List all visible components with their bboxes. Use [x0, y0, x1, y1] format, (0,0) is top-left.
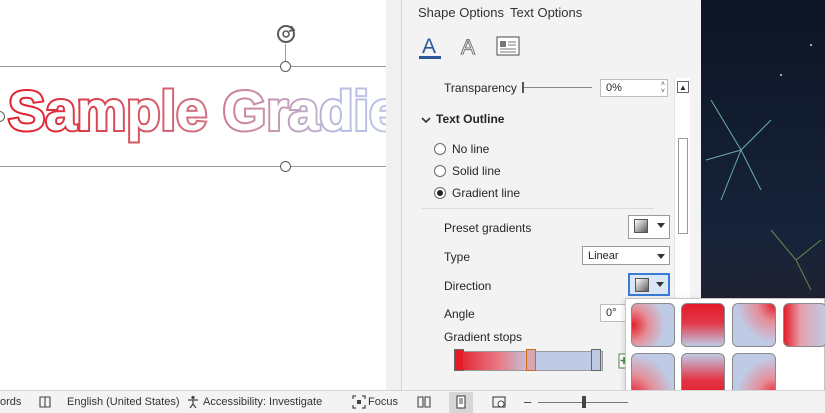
radio-gradient-line[interactable]	[434, 187, 446, 199]
document-canvas[interactable]: Sample Gradient	[0, 0, 386, 390]
text-fill-outline-icon[interactable]: A	[416, 32, 444, 60]
radio-solid-line[interactable]	[434, 165, 446, 177]
resize-handle-top[interactable]	[280, 61, 291, 72]
read-mode-icon[interactable]	[417, 395, 431, 409]
transparency-input[interactable]: 0% ˄ ˅	[600, 79, 668, 97]
zoom-slider-thumb[interactable]	[582, 396, 586, 408]
gradient-stops-label: Gradient stops	[444, 330, 523, 344]
spin-up-icon[interactable]: ˄	[661, 81, 665, 88]
preset-gradients-dropdown[interactable]	[628, 215, 670, 239]
selection-border-top	[0, 66, 386, 67]
radio-no-line[interactable]	[434, 143, 446, 155]
gradient-swatch-icon	[634, 219, 648, 233]
scroll-up-arrow-icon[interactable]: ▲	[677, 81, 689, 93]
section-divider	[422, 208, 654, 209]
print-layout-icon[interactable]	[454, 395, 468, 409]
direction-label: Direction	[444, 279, 492, 293]
selection-border-bottom	[0, 166, 386, 167]
gradient-line-label[interactable]: Gradient line	[452, 186, 520, 200]
gradient-stop-3[interactable]	[591, 349, 601, 371]
tab-shape-options[interactable]: Shape Options	[418, 5, 504, 20]
spin-down-icon[interactable]: ˅	[661, 88, 665, 95]
angle-value: 0°	[606, 307, 617, 319]
type-select[interactable]: Linear	[582, 246, 670, 265]
direction-tile-1[interactable]	[631, 303, 675, 347]
layout-properties-icon[interactable]	[494, 32, 522, 60]
type-label: Type	[444, 250, 471, 264]
web-layout-icon[interactable]	[492, 395, 506, 409]
scrollbar-thumb[interactable]	[678, 138, 688, 234]
tab-text-options[interactable]: Text Options	[510, 5, 582, 20]
direction-dropdown[interactable]	[628, 273, 670, 296]
word-count[interactable]: ords	[0, 396, 21, 408]
preset-gradients-label: Preset gradients	[444, 221, 532, 235]
accessibility-icon[interactable]	[186, 395, 200, 409]
transparency-slider-thumb[interactable]	[522, 82, 524, 93]
solid-line-label[interactable]: Solid line	[452, 164, 501, 178]
chevron-down-icon	[656, 282, 664, 287]
rotate-handle-icon[interactable]	[274, 22, 298, 46]
zoom-out-icon[interactable]: –	[524, 394, 531, 409]
gradient-stop-2[interactable]	[526, 349, 536, 371]
accessibility-status[interactable]: Accessibility: Investigate	[203, 396, 322, 408]
gradient-swatch-icon	[635, 278, 649, 292]
gradient-stop-1[interactable]	[454, 349, 464, 371]
wordart-text-glyphs: Sample Gradient	[8, 79, 386, 142]
transparency-slider-track[interactable]	[522, 87, 592, 88]
chevron-down-icon	[657, 223, 665, 228]
svg-text:A: A	[422, 35, 436, 58]
resize-handle-left[interactable]	[0, 111, 5, 122]
type-value: Linear	[588, 250, 619, 262]
focus-mode-button[interactable]: Focus	[368, 396, 398, 408]
document-scroll-gutter	[386, 0, 401, 390]
direction-tile-3[interactable]	[732, 303, 776, 347]
direction-tile-4[interactable]	[783, 303, 825, 347]
no-line-label[interactable]: No line	[452, 142, 489, 156]
transparency-label: Transparency	[444, 81, 517, 95]
angle-label: Angle	[444, 307, 475, 321]
status-bar: ords English (United States) Accessibili…	[0, 390, 825, 413]
text-outline-section-header[interactable]: Text Outline	[436, 112, 504, 126]
language-indicator[interactable]: English (United States)	[67, 396, 180, 408]
resize-handle-bottom[interactable]	[280, 161, 291, 172]
chevron-down-icon	[657, 254, 665, 259]
svg-text:A: A	[461, 36, 475, 59]
direction-tile-2[interactable]	[681, 303, 725, 347]
chevron-down-icon[interactable]	[421, 115, 431, 125]
focus-icon[interactable]	[352, 395, 366, 409]
transparency-value: 0%	[606, 82, 622, 94]
wordart-text[interactable]: Sample Gradient	[6, 74, 386, 154]
text-effects-icon[interactable]: A	[455, 32, 483, 60]
proofing-book-icon[interactable]	[38, 395, 52, 409]
